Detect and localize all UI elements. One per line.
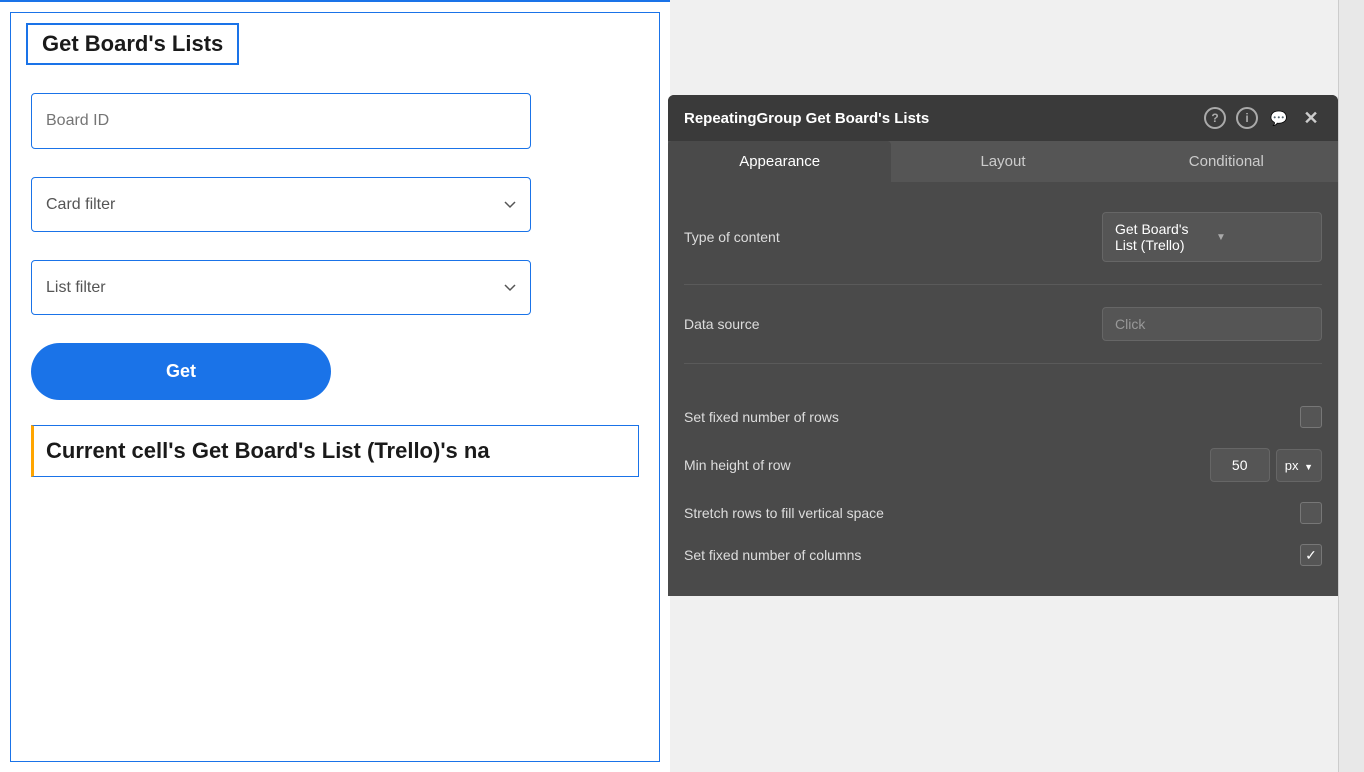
- type-of-content-row: Type of content Get Board's List (Trello…: [684, 202, 1322, 272]
- tab-appearance[interactable]: Appearance: [668, 141, 891, 182]
- min-height-row: Min height of row px ▼: [684, 438, 1322, 492]
- fixed-columns-toggle[interactable]: [1300, 544, 1322, 566]
- canvas-frame: Get Board's Lists Card filter List filte…: [10, 12, 660, 762]
- panel-header: RepeatingGroup Get Board's Lists ? i 💬 ✕: [668, 95, 1338, 141]
- min-height-input[interactable]: [1210, 448, 1270, 482]
- panel-body: Type of content Get Board's List (Trello…: [668, 182, 1338, 596]
- fixed-rows-toggle[interactable]: [1300, 406, 1322, 428]
- tab-layout[interactable]: Layout: [891, 141, 1114, 182]
- min-height-control: px ▼: [1210, 448, 1322, 482]
- tabs-bar: Appearance Layout Conditional: [668, 141, 1338, 182]
- unit-dropdown[interactable]: px ▼: [1276, 449, 1322, 482]
- chat-icon[interactable]: 💬: [1268, 107, 1290, 129]
- fixed-columns-row: Set fixed number of columns: [684, 534, 1322, 576]
- chevron-down-icon: ▼: [1216, 232, 1309, 243]
- divider-1: [684, 284, 1322, 285]
- data-source-click[interactable]: Click: [1102, 307, 1322, 341]
- board-title: Get Board's Lists: [42, 31, 223, 57]
- panel-title: RepeatingGroup Get Board's Lists: [684, 110, 929, 127]
- panel-icons: ? i 💬 ✕: [1204, 107, 1322, 129]
- type-of-content-dropdown[interactable]: Get Board's List (Trello) ▼: [1102, 212, 1322, 262]
- tab-conditional[interactable]: Conditional: [1115, 141, 1338, 182]
- right-scroll-edge: [1338, 0, 1364, 772]
- card-filter-select[interactable]: Card filter: [31, 177, 531, 232]
- canvas-area: Get Board's Lists Card filter List filte…: [0, 0, 670, 772]
- cell-text: Current cell's Get Board's List (Trello)…: [46, 438, 490, 463]
- board-id-input[interactable]: [31, 93, 531, 149]
- stretch-rows-label: Stretch rows to fill vertical space: [684, 505, 884, 521]
- chevron-down-icon: ▼: [1304, 462, 1313, 472]
- get-button[interactable]: Get: [31, 343, 331, 400]
- type-of-content-label: Type of content: [684, 229, 780, 245]
- data-source-row: Data source Click: [684, 297, 1322, 351]
- type-of-content-value: Get Board's List (Trello): [1115, 221, 1208, 253]
- data-source-label: Data source: [684, 316, 759, 332]
- stretch-rows-row: Stretch rows to fill vertical space: [684, 492, 1322, 534]
- min-height-label: Min height of row: [684, 457, 791, 473]
- stretch-rows-toggle[interactable]: [1300, 502, 1322, 524]
- right-panel: RepeatingGroup Get Board's Lists ? i 💬 ✕…: [668, 95, 1338, 596]
- divider-2: [684, 363, 1322, 364]
- fixed-rows-label: Set fixed number of rows: [684, 409, 839, 425]
- fixed-rows-row: Set fixed number of rows: [684, 396, 1322, 438]
- info-icon[interactable]: i: [1236, 107, 1258, 129]
- fixed-columns-label: Set fixed number of columns: [684, 547, 861, 563]
- list-filter-select[interactable]: List filter: [31, 260, 531, 315]
- help-icon[interactable]: ?: [1204, 107, 1226, 129]
- close-icon[interactable]: ✕: [1300, 107, 1322, 129]
- repeating-group-area: Current cell's Get Board's List (Trello)…: [31, 425, 639, 477]
